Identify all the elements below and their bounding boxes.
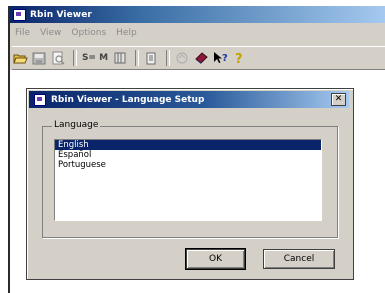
sort-icon[interactable]: S= M bbox=[81, 50, 109, 66]
context-help-icon[interactable]: ? bbox=[212, 50, 228, 66]
book-icon[interactable] bbox=[193, 50, 209, 66]
language-setup-dialog: Rbin Viewer - Language Setup ✕ Language … bbox=[26, 88, 354, 280]
language-option-english[interactable]: English bbox=[55, 140, 321, 150]
language-option-espanol[interactable]: Español bbox=[55, 150, 321, 160]
toolbar-separator bbox=[135, 50, 139, 66]
main-titlebar[interactable]: Rbin Viewer bbox=[10, 6, 385, 23]
main-title: Rbin Viewer bbox=[30, 9, 92, 20]
svg-text:?: ? bbox=[235, 52, 243, 65]
toolbar-separator bbox=[166, 50, 170, 66]
menu-options[interactable]: Options bbox=[66, 28, 111, 38]
menu-view[interactable]: View bbox=[35, 28, 66, 38]
dialog-title: Rbin Viewer - Language Setup bbox=[51, 94, 205, 105]
cancel-button[interactable]: Cancel bbox=[263, 249, 335, 269]
ok-button[interactable]: OK bbox=[185, 248, 246, 270]
language-listbox[interactable]: English Español Portuguese bbox=[54, 139, 322, 221]
dialog-app-icon bbox=[34, 93, 46, 106]
save-icon[interactable] bbox=[31, 50, 47, 66]
disabled-icon[interactable] bbox=[174, 50, 190, 66]
language-group-label: Language bbox=[52, 120, 101, 130]
language-groupbox: Language English Español Portuguese bbox=[42, 120, 338, 238]
dialog-titlebar[interactable]: Rbin Viewer - Language Setup ✕ bbox=[29, 91, 349, 108]
app-icon[interactable] bbox=[13, 8, 26, 21]
close-icon[interactable]: ✕ bbox=[331, 93, 346, 106]
toolbar: S= M ? ? bbox=[12, 46, 385, 70]
document-icon[interactable] bbox=[143, 50, 159, 66]
menu-bar: File View Options Help bbox=[10, 25, 142, 41]
grid-icon[interactable] bbox=[112, 50, 128, 66]
menu-help[interactable]: Help bbox=[111, 28, 142, 38]
menu-file[interactable]: File bbox=[10, 28, 35, 38]
toolbar-separator bbox=[73, 50, 77, 66]
print-preview-icon[interactable] bbox=[50, 50, 66, 66]
open-folder-icon[interactable] bbox=[12, 50, 28, 66]
lightbulb-help-icon[interactable]: ? bbox=[231, 50, 247, 66]
svg-text:?: ? bbox=[222, 53, 228, 64]
language-option-portuguese[interactable]: Portuguese bbox=[55, 160, 321, 170]
